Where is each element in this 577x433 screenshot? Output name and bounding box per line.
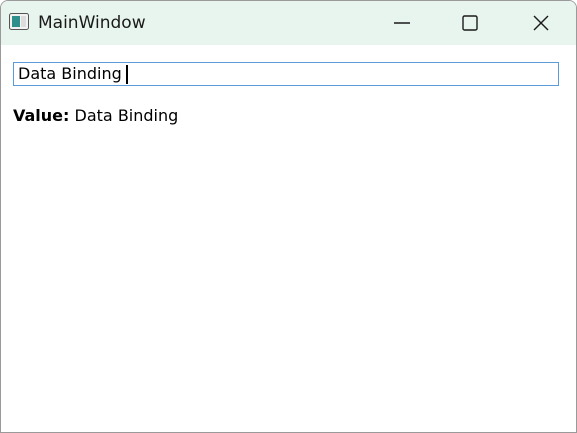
main-window: MainWindow Data Binding Value: Data Bind…: [0, 0, 577, 433]
close-button[interactable]: [518, 1, 564, 45]
close-icon: [533, 15, 549, 31]
value-display: Value: Data Binding: [13, 105, 178, 127]
minimize-icon: [394, 22, 410, 24]
bound-value-text: Data Binding: [74, 106, 179, 125]
maximize-button[interactable]: [447, 1, 493, 45]
maximize-icon: [462, 15, 478, 31]
input-value: Data Binding: [18, 64, 122, 83]
text-caret: [125, 64, 128, 84]
minimize-button[interactable]: [379, 1, 425, 45]
title-bar[interactable]: MainWindow: [1, 1, 576, 45]
window-title: MainWindow: [38, 13, 146, 33]
app-window-icon: [9, 13, 29, 30]
data-binding-text-input[interactable]: Data Binding: [13, 62, 559, 86]
value-label: Value:: [13, 106, 70, 125]
